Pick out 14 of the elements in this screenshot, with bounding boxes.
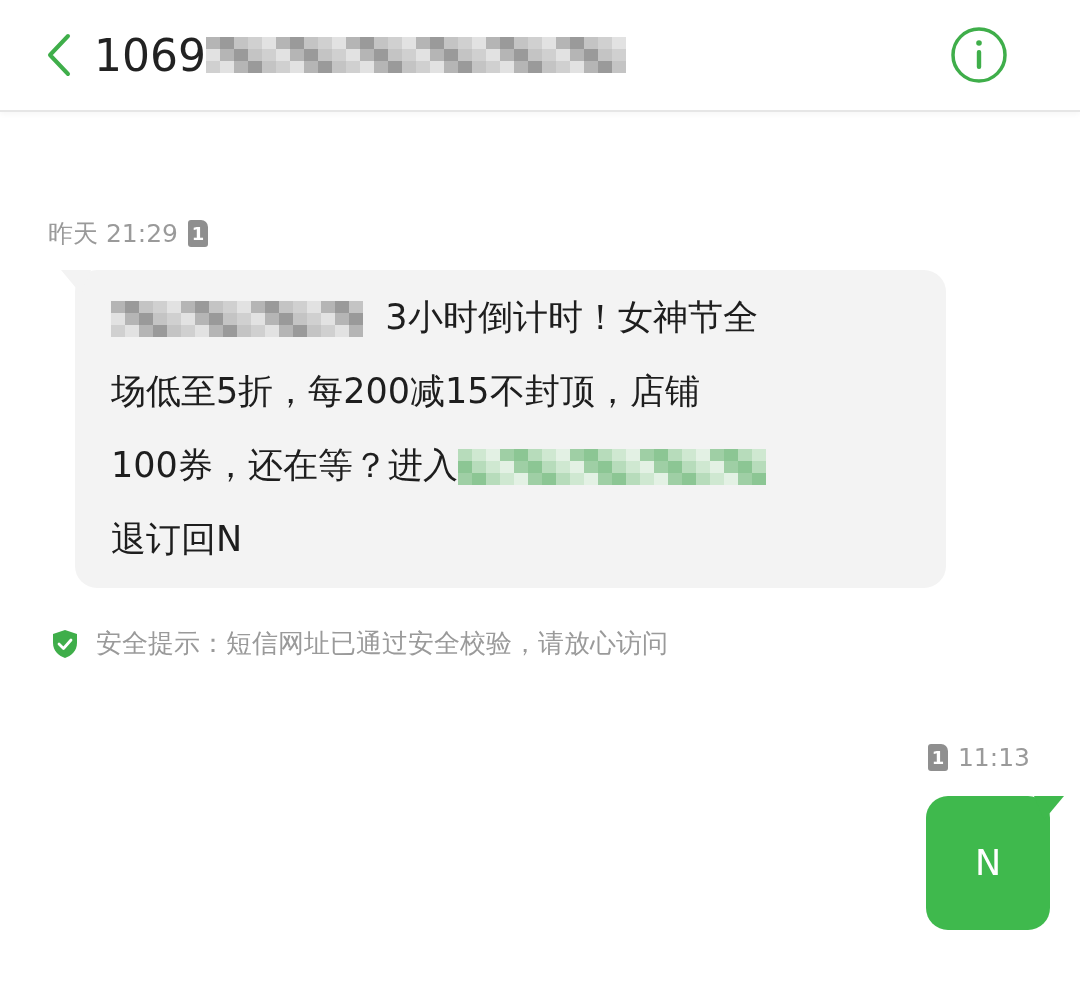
- message-text: 100券，还在等？进入: [111, 445, 458, 485]
- sim-icon: 1: [188, 220, 208, 247]
- info-icon[interactable]: [950, 26, 1008, 84]
- contact-number: 1069: [94, 29, 206, 81]
- message-time: 昨天 21:29: [48, 218, 178, 250]
- sim-icon: 1: [927, 744, 948, 771]
- shield-check-icon: [52, 628, 78, 659]
- security-notice: 安全提示：短信网址已通过安全校验，请放心访问: [96, 627, 668, 660]
- message-time: 11:13: [957, 743, 1030, 772]
- message-text: 退订回N: [111, 519, 243, 559]
- message-text: 3小时倒计时！女神节全: [385, 297, 758, 337]
- message-text: N: [974, 843, 1002, 883]
- back-icon[interactable]: [46, 33, 72, 77]
- message-text: 场低至5折，每200减15不封顶，店铺: [111, 371, 700, 411]
